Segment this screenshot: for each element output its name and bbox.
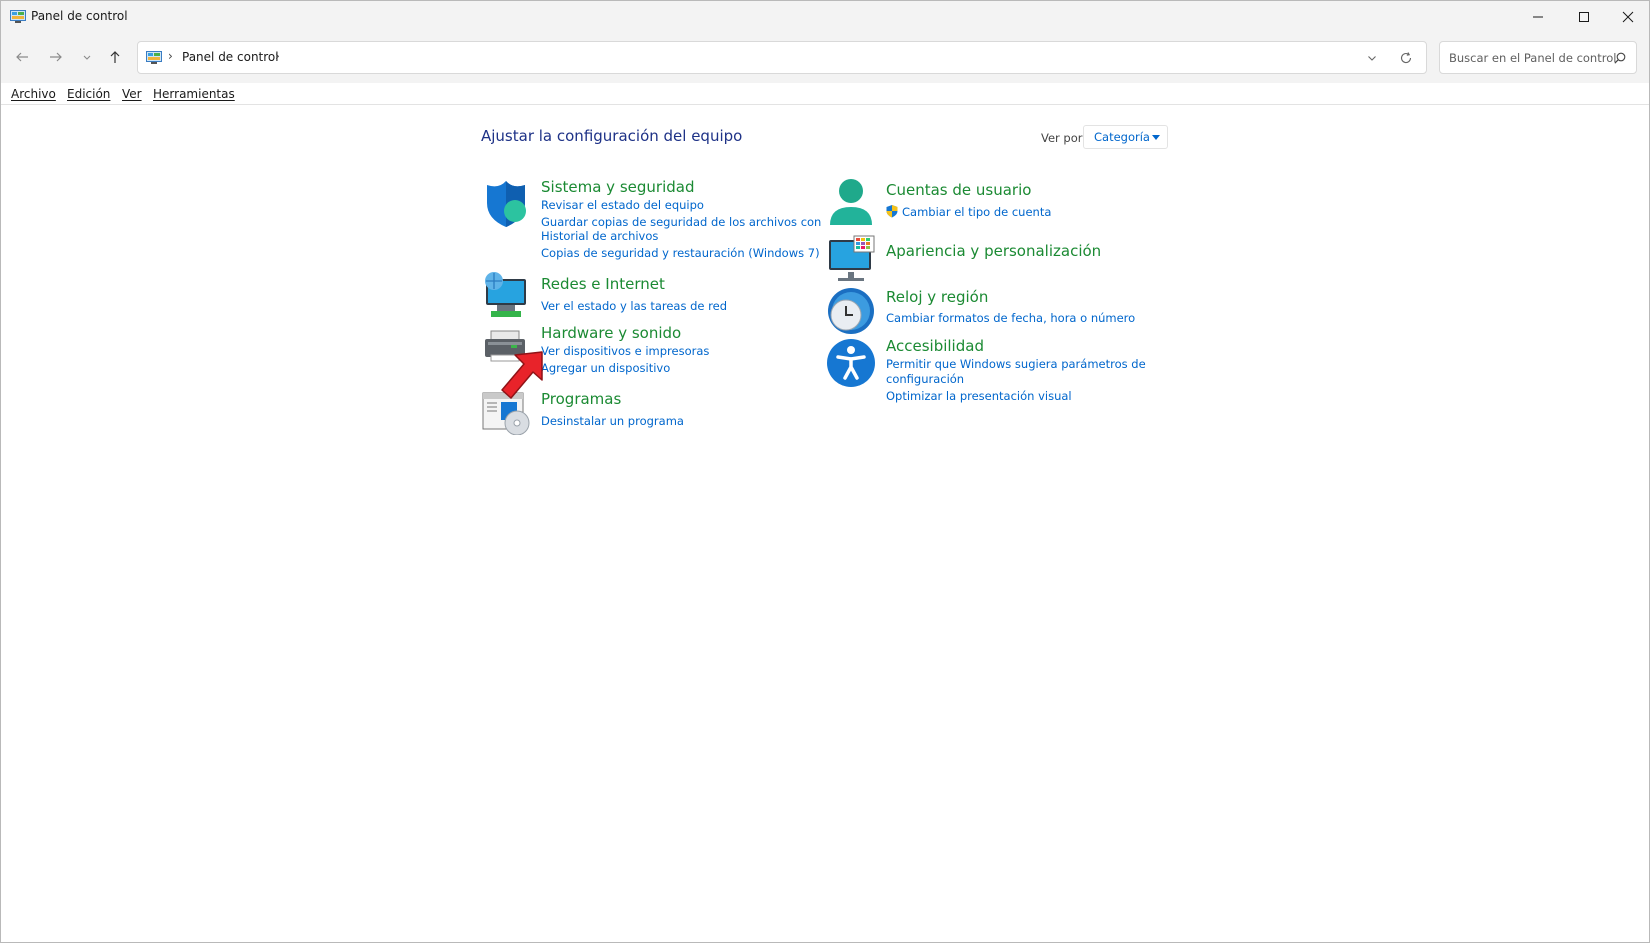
chevron-down-icon bbox=[1368, 56, 1376, 61]
menu-ver[interactable]: Ver bbox=[122, 87, 142, 101]
category-link[interactable]: Guardar copias de seguridad de los archi… bbox=[541, 215, 821, 229]
category-title[interactable]: Cuentas de usuario bbox=[886, 181, 1031, 199]
menu-bar: Archivo Edición Ver Herramientas bbox=[1, 83, 1649, 105]
view-by-label: Ver por: bbox=[1041, 131, 1087, 145]
breadcrumb-chevron-icon[interactable]: › bbox=[168, 49, 173, 63]
user-icon[interactable] bbox=[826, 177, 876, 227]
category-link[interactable]: Desinstalar un programa bbox=[541, 414, 684, 428]
category-title[interactable]: Accesibilidad bbox=[886, 337, 984, 355]
shield-icon[interactable] bbox=[481, 179, 531, 229]
category-link[interactable]: Ver dispositivos e impresoras bbox=[541, 344, 709, 358]
category-link[interactable]: Cambiar formatos de fecha, hora o número bbox=[886, 311, 1135, 325]
navigation-bar: › Panel de control › Buscar en el Panel … bbox=[1, 33, 1649, 83]
category-title[interactable]: Programas bbox=[541, 390, 621, 408]
chevron-down-icon bbox=[83, 55, 91, 60]
address-bar[interactable]: › Panel de control › bbox=[137, 41, 1427, 74]
menu-archivo[interactable]: Archivo bbox=[11, 87, 56, 101]
close-icon bbox=[1622, 11, 1634, 23]
network-icon[interactable] bbox=[481, 271, 531, 321]
address-history-button[interactable] bbox=[1364, 50, 1380, 66]
category-link[interactable]: configuración bbox=[886, 372, 964, 386]
refresh-icon bbox=[1400, 52, 1412, 64]
window-title: Panel de control bbox=[31, 9, 128, 23]
refresh-button[interactable] bbox=[1398, 50, 1414, 66]
control-panel-window: Panel de control › Panel de control › Bu… bbox=[0, 0, 1650, 943]
category-link[interactable]: Permitir que Windows sugiera parámetros … bbox=[886, 357, 1146, 371]
category-link[interactable]: Historial de archivos bbox=[541, 229, 658, 243]
control-panel-icon bbox=[146, 51, 162, 64]
category-title[interactable]: Redes e Internet bbox=[541, 275, 665, 293]
category-link[interactable]: Copias de seguridad y restauración (Wind… bbox=[541, 246, 820, 260]
accessibility-icon[interactable] bbox=[826, 338, 876, 388]
category-link[interactable]: Revisar el estado del equipo bbox=[541, 198, 704, 212]
appearance-icon[interactable] bbox=[826, 234, 876, 284]
caret-down-icon bbox=[1152, 135, 1160, 140]
uac-shield-icon bbox=[886, 205, 898, 218]
menu-edicion[interactable]: Edición bbox=[67, 87, 110, 101]
category-link[interactable]: Agregar un dispositivo bbox=[541, 361, 670, 375]
page-title: Ajustar la configuración del equipo bbox=[481, 127, 743, 145]
control-panel-icon bbox=[10, 10, 26, 23]
minimize-button[interactable] bbox=[1515, 1, 1561, 33]
up-button[interactable] bbox=[103, 45, 127, 69]
title-bar: Panel de control bbox=[1, 1, 1649, 33]
recent-locations-button[interactable] bbox=[75, 45, 99, 69]
annotation-arrow-icon bbox=[501, 351, 543, 399]
search-icon[interactable] bbox=[1613, 51, 1627, 65]
arrow-left-icon bbox=[16, 52, 28, 62]
back-button[interactable] bbox=[10, 45, 34, 69]
arrow-right-icon bbox=[50, 52, 62, 62]
category-title[interactable]: Sistema y seguridad bbox=[541, 178, 694, 196]
arrow-up-icon bbox=[110, 51, 120, 63]
breadcrumb-control-panel[interactable]: Panel de control bbox=[182, 50, 279, 64]
clock-icon[interactable] bbox=[826, 286, 876, 336]
maximize-icon bbox=[1579, 12, 1589, 22]
minimize-icon bbox=[1533, 16, 1543, 18]
menu-herramientas[interactable]: Herramientas bbox=[153, 87, 235, 101]
category-title[interactable]: Reloj y región bbox=[886, 288, 988, 306]
close-button[interactable] bbox=[1605, 1, 1650, 33]
view-by-value: Categoría bbox=[1094, 130, 1150, 144]
forward-button[interactable] bbox=[44, 45, 68, 69]
view-by-dropdown[interactable]: Categoría bbox=[1083, 125, 1168, 149]
maximize-button[interactable] bbox=[1561, 1, 1607, 33]
search-input[interactable]: Buscar en el Panel de control bbox=[1439, 41, 1637, 74]
category-link[interactable]: Cambiar el tipo de cuenta bbox=[902, 205, 1051, 219]
category-link[interactable]: Optimizar la presentación visual bbox=[886, 389, 1072, 403]
category-title[interactable]: Apariencia y personalización bbox=[886, 242, 1101, 260]
category-title[interactable]: Hardware y sonido bbox=[541, 324, 681, 342]
search-placeholder: Buscar en el Panel de control bbox=[1449, 51, 1617, 65]
category-link[interactable]: Ver el estado y las tareas de red bbox=[541, 299, 727, 313]
breadcrumb-chevron-icon[interactable]: › bbox=[275, 49, 280, 63]
